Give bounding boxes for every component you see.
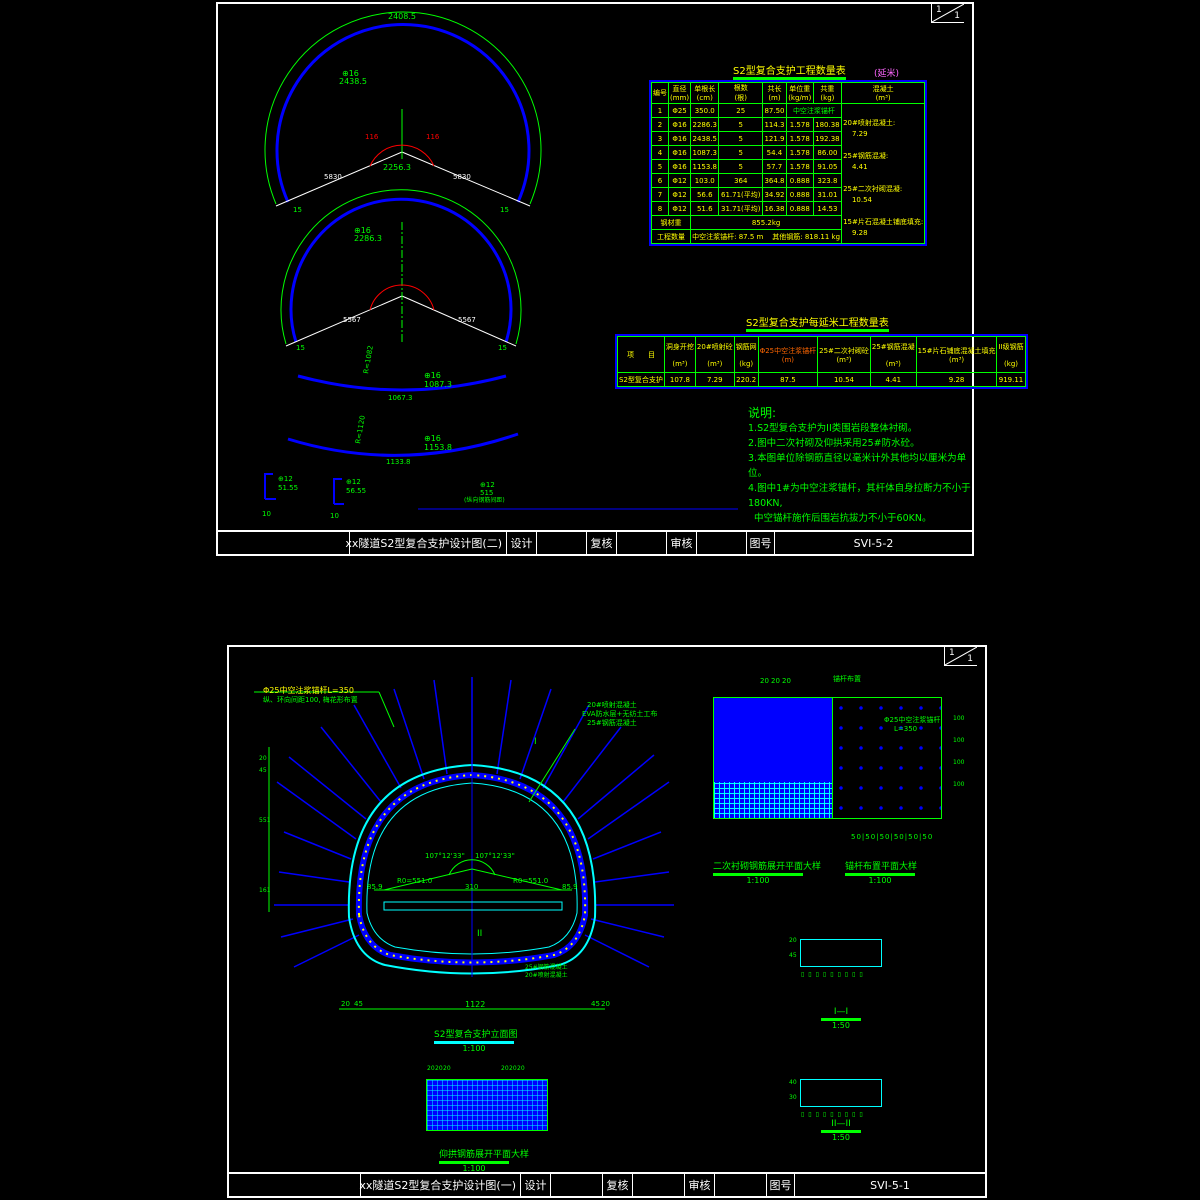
table-header-row: 编号 直径 (mm) 单根长 (cm) 根数 (根) 共长 (m) 单位重 (kg/m) … bbox=[651, 82, 926, 104]
anchor-caption: 锚杆布置平面大样 1:100 bbox=[845, 862, 918, 885]
design-notes: 说明: 1.S2型复合支护为II类围岩段整体衬砌。 2.图中二次衬砌及仰拱采用2… bbox=[748, 406, 971, 524]
bar6-length: 515 bbox=[480, 489, 493, 497]
arc3-radius: R=1082 bbox=[362, 345, 375, 375]
inner-width: 310 bbox=[465, 883, 479, 891]
invert-mesh-detail bbox=[426, 1079, 548, 1131]
section-II-caption: II—II 1:50 bbox=[821, 1119, 861, 1142]
arc4-span: 1133.8 bbox=[386, 458, 411, 466]
drawing-title: xx隧道S2型复合支护设计图(二) bbox=[345, 532, 507, 554]
hook7-length: 56.55 bbox=[346, 487, 366, 495]
arc3-mark: ⊕16 bbox=[424, 371, 441, 380]
table1-unit: (延米) bbox=[874, 69, 900, 79]
angle-right: 107°12'33" bbox=[475, 852, 515, 860]
section-mark: I bbox=[534, 737, 537, 747]
note-item: 2.图中二次衬砌及仰拱采用25#防水砼。 bbox=[748, 438, 920, 449]
section-I-drawing bbox=[800, 939, 882, 967]
arc3-span: 1067.3 bbox=[388, 394, 413, 402]
hook8-mark: ⊕12 bbox=[278, 475, 293, 483]
side-dim-left: 85.9 bbox=[367, 883, 383, 891]
hook8-length: 51.55 bbox=[278, 484, 298, 492]
rebar-hook-7 bbox=[333, 478, 342, 504]
mesh-detail bbox=[713, 697, 833, 819]
arc4-radius: R=1120 bbox=[354, 415, 367, 445]
drawing-sheet-2: 1 1 2408.5 ⊕16 2438.5 2256.3 5830 5830 1… bbox=[216, 2, 1028, 556]
table-row: S2型复合支护 107.8 7.29 220.2 87.5 10.54 4.41 9.28 91… bbox=[617, 372, 1026, 387]
drawing-number: SVI-5-2 bbox=[853, 536, 894, 550]
radius-right: R0=551.0 bbox=[513, 877, 549, 885]
bar6-mark: ⊕12 bbox=[480, 481, 495, 489]
anchor-spacing-h: 50|50|50|50|50|50 bbox=[851, 833, 934, 841]
table2-title: S2型复合支护每延米工程数量表 bbox=[746, 314, 889, 332]
quantity-table-1: 编号 直径 (mm) 单根长 (cm) 根数 (根) 共长 (m) 单位重 (kg/m) … bbox=[648, 80, 928, 246]
arc2-end-right: 15 bbox=[498, 344, 507, 352]
arc4-length: 1153.8 bbox=[424, 443, 452, 452]
layer-callout-3: 25#钢筋混凝土 bbox=[587, 719, 637, 727]
radius-left: R0=551.0 bbox=[397, 877, 433, 885]
bar6-note: (纵向钢筋间距) bbox=[464, 496, 505, 504]
arc1-end-left: 15 bbox=[293, 206, 302, 214]
arc1-chord-left: 5830 bbox=[324, 173, 342, 181]
rebar-arc-3 bbox=[264, 11, 542, 207]
hook7-mark: ⊕12 bbox=[346, 478, 361, 486]
arc1-length: 2438.5 bbox=[339, 77, 367, 86]
title-block: xx隧道S2型复合支护设计图(一) 设计 复核 审核 图号 SVI-5-1 bbox=[229, 1172, 985, 1196]
anchor-callout-2: 纵、环向间距100, 梅花形布置 bbox=[263, 696, 358, 704]
title-block: xx隧道S2型复合支护设计图(二) 设计 复核 审核 图号 SVI-5-2 bbox=[218, 530, 972, 554]
arc1-span: 2408.5 bbox=[388, 12, 416, 21]
concrete-column: 20#喷射混凝土: 7.29 25#钢筋混凝: 4.41 25#二次衬砌混凝: … bbox=[841, 103, 926, 244]
arc3-length: 1087.3 bbox=[424, 380, 452, 389]
arc1-chord: 2256.3 bbox=[383, 163, 411, 172]
hook8-base: 10 bbox=[262, 510, 271, 518]
arc1-angle-right: 116 bbox=[426, 133, 440, 141]
hook7-base: 10 bbox=[330, 512, 339, 520]
section-caption: S2型复合支护立面图 1:100 bbox=[434, 1030, 518, 1053]
invert-caption: 仰拱钢筋展开平面大样 1:100 bbox=[439, 1150, 530, 1173]
note-item: 1.S2型复合支护为II类围岩段整体衬砌。 bbox=[748, 423, 918, 434]
rebar-hook-8 bbox=[264, 473, 273, 499]
section-I-caption: I—I 1:50 bbox=[821, 1007, 861, 1030]
arc2-length: 2286.3 bbox=[354, 234, 382, 243]
angle-left: 107°12'33" bbox=[425, 852, 465, 860]
rebar-arc-4 bbox=[297, 374, 507, 392]
table-header-row: 项 目 洞身开挖 (m³) 20#喷射砼 (m³) 钢筋网 (kg) Φ25中空注浆锚… bbox=[617, 336, 1026, 373]
arc4-mark: ⊕16 bbox=[424, 434, 441, 443]
drawing-number: SVI-5-1 bbox=[870, 1178, 910, 1192]
arc1-angle-left: 116 bbox=[365, 133, 379, 141]
arc2-end-left: 15 bbox=[296, 344, 305, 352]
drawing-sheet-1: 1 1 Φ25中空注浆锚杆L=350 纵、环向间距100, 梅花形布置 20#喷… bbox=[227, 645, 987, 1198]
mesh-caption: 二次衬砌钢筋展开平面大样 1:100 bbox=[713, 862, 822, 885]
table1-title: S2型复合支护工程数量表 bbox=[733, 62, 846, 80]
note-item: 4.图中1#为中空注浆锚杆，其杆体自身拉断力不小于180KN, bbox=[748, 483, 971, 509]
rebar-arc-2 bbox=[280, 189, 522, 347]
arc1-end-right: 15 bbox=[500, 206, 509, 214]
note-item: 3.本图单位除钢筋直径以毫米计外其他均以厘米为单位。 bbox=[748, 453, 967, 479]
arc2-chord-right: 5567 bbox=[458, 316, 476, 324]
table-row: 1 Φ25 350.0 25 87.50 中空注浆锚杆 20#喷射混凝土: 7.29 25… bbox=[651, 103, 926, 244]
arc1-chord-right: 5830 bbox=[453, 173, 471, 181]
quantity-table-2: 项 目 洞身开挖 (m³) 20#喷射砼 (m³) 钢筋网 (kg) Φ25中空注浆锚… bbox=[615, 334, 1028, 389]
side-dim-right: 85.9 bbox=[562, 883, 578, 891]
arc2-chord-left: 5567 bbox=[343, 316, 361, 324]
note-item: 中空锚杆施作后围岩抗拔力不小于60KN。 bbox=[748, 513, 932, 524]
section-mark: II bbox=[477, 929, 483, 939]
total-width: 1122 bbox=[465, 1000, 486, 1009]
drawing-title: xx隧道S2型复合支护设计图(一) bbox=[359, 1174, 521, 1196]
section-II-drawing bbox=[800, 1079, 882, 1107]
rebar-arc-5 bbox=[287, 432, 519, 457]
